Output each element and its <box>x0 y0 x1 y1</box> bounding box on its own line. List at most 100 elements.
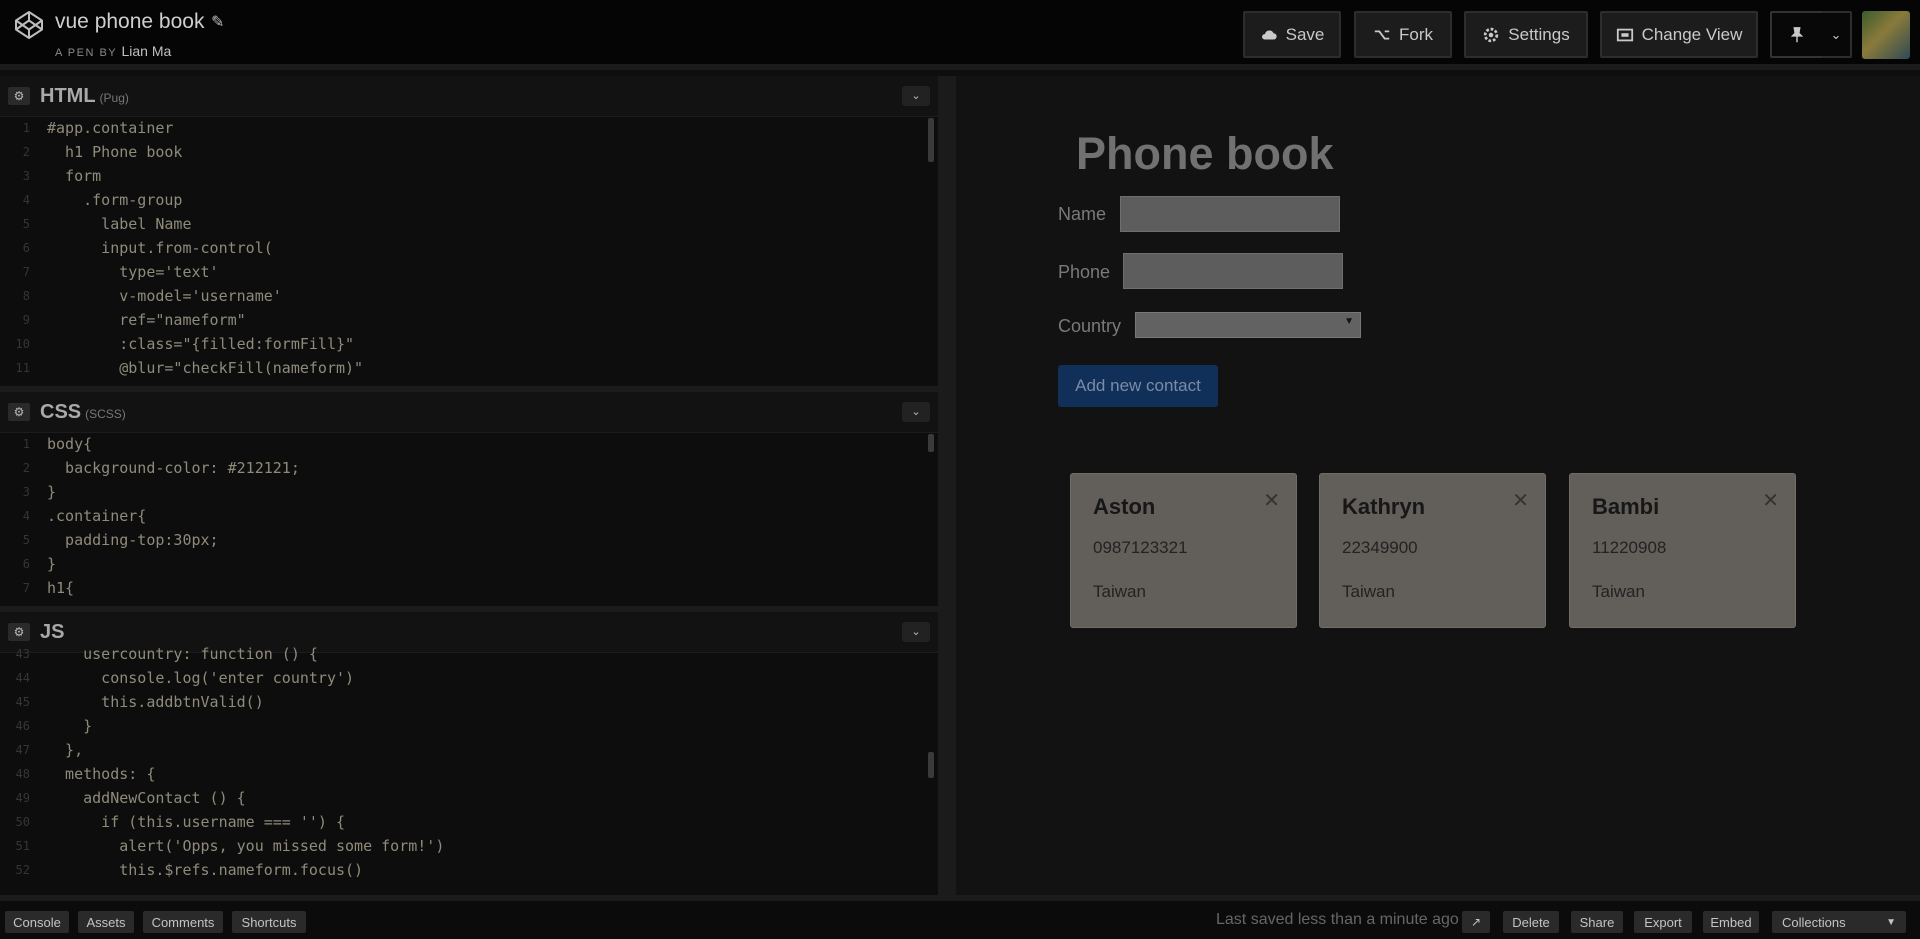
pin-menu-dropdown[interactable]: ⌄ <box>1822 11 1852 58</box>
fork-button[interactable]: Fork <box>1354 11 1452 58</box>
code-line[interactable]: 6} <box>0 552 938 576</box>
html-code-editor[interactable]: 1 #app.container 2 h1 Phone book 3 form 4 .f… <box>0 116 938 386</box>
css-title-text: CSS <box>40 401 82 423</box>
add-contact-button[interactable]: Add new contact <box>1058 365 1218 407</box>
code-line[interactable]: 7 type='text' <box>0 260 938 284</box>
code-line[interactable]: 2 h1 Phone book <box>0 140 938 164</box>
contact-card: Kathryn 22349900 Taiwan ✕ <box>1319 473 1546 628</box>
delete-contact-close-icon[interactable]: ✕ <box>1263 488 1280 513</box>
html-settings-gear-icon[interactable]: ⚙ <box>8 87 30 105</box>
collections-dropdown[interactable]: Collections ▼ <box>1772 911 1906 933</box>
contact-country: Taiwan <box>1592 582 1645 601</box>
export-button[interactable]: Export <box>1634 911 1692 933</box>
code-text: input.from-control( <box>47 239 273 257</box>
line-number: 7 <box>22 581 30 595</box>
line-number: 48 <box>15 767 30 781</box>
code-line[interactable]: 5 label Name <box>0 212 938 236</box>
code-line[interactable]: 47 }, <box>0 738 938 762</box>
select-arrow-icon: ▼ <box>1344 316 1354 327</box>
code-line[interactable]: 49 addNewContact () { <box>0 786 938 810</box>
css-collapse-chevron-icon[interactable]: ⌄ <box>902 402 930 422</box>
code-line[interactable]: 1 body{ <box>0 432 938 456</box>
code-text: background-color: #212121; <box>47 459 300 477</box>
pin-button[interactable] <box>1770 11 1824 58</box>
code-text: this.$refs.nameform.focus() <box>47 861 364 879</box>
code-line[interactable]: 7 h1{ <box>0 576 938 600</box>
html-collapse-chevron-icon[interactable]: ⌄ <box>902 86 930 106</box>
code-line[interactable]: 52 this.$refs.nameform.focus() <box>0 858 938 882</box>
code-line[interactable]: 1 #app.container <box>0 116 938 140</box>
country-select[interactable]: ▼ <box>1135 312 1361 338</box>
code-line[interactable]: 3 form <box>0 164 938 188</box>
contact-name: Kathryn <box>1342 494 1426 519</box>
line-number: 4 <box>22 193 30 207</box>
code-text: console.log('enter country') <box>47 669 355 687</box>
edit-pencil-icon[interactable]: ✎ <box>211 12 224 32</box>
console-button[interactable]: Console <box>5 911 69 933</box>
js-pane-title: JS <box>40 621 64 644</box>
share-button[interactable]: Share <box>1571 911 1623 933</box>
code-line[interactable]: 6 input.from-control( <box>0 236 938 260</box>
code-line[interactable]: 11 @blur="checkFill(nameform)" <box>0 356 938 380</box>
code-text: .container{ <box>47 507 147 525</box>
html-scrollbar[interactable] <box>928 118 934 162</box>
js-settings-gear-icon[interactable]: ⚙ <box>8 623 30 641</box>
code-line[interactable]: 10 :class="{filled:formFill}" <box>0 332 938 356</box>
change-view-button[interactable]: Change View <box>1600 11 1758 58</box>
code-line[interactable]: 3} <box>0 480 938 504</box>
code-line[interactable]: 53 return <box>0 882 938 885</box>
code-line[interactable]: 51 alert('Opps, you missed some form!') <box>0 834 938 858</box>
settings-button[interactable]: Settings <box>1464 11 1588 58</box>
user-avatar[interactable] <box>1862 11 1910 59</box>
line-number: 6 <box>22 557 30 571</box>
css-settings-gear-icon[interactable]: ⚙ <box>8 403 30 421</box>
code-line[interactable]: 46 } <box>0 714 938 738</box>
editor-preview-resize-handle[interactable] <box>938 76 956 895</box>
phone-input[interactable] <box>1123 253 1343 289</box>
code-text: return <box>47 882 173 885</box>
pen-by-label: A PEN BY Lian Ma <box>55 43 171 59</box>
code-line[interactable]: 44 console.log('enter country') <box>0 666 938 690</box>
code-line[interactable]: 43 usercountry: function () { <box>0 642 938 666</box>
pen-author-link[interactable]: Lian Ma <box>122 43 172 59</box>
shortcuts-button[interactable]: Shortcuts <box>232 911 306 933</box>
contact-card: Bambi 11220908 Taiwan ✕ <box>1569 473 1796 628</box>
open-external-button[interactable]: ↗ <box>1462 911 1490 933</box>
code-line[interactable]: 2 background-color: #212121; <box>0 456 938 480</box>
delete-button[interactable]: Delete <box>1503 911 1559 933</box>
js-collapse-chevron-icon[interactable]: ⌄ <box>902 622 930 642</box>
contact-name: Bambi <box>1592 494 1660 519</box>
layout-icon <box>1616 28 1633 41</box>
code-text: }, <box>47 741 84 759</box>
contact-card: Aston 0987123321 Taiwan ✕ <box>1070 473 1297 628</box>
code-line[interactable]: 5 padding-top:30px; <box>0 528 938 552</box>
css-scrollbar[interactable] <box>928 434 934 452</box>
code-line[interactable]: 48 methods: { <box>0 762 938 786</box>
delete-contact-close-icon[interactable]: ✕ <box>1512 488 1529 513</box>
js-scrollbar[interactable] <box>928 752 934 778</box>
css-code-editor[interactable]: 1 body{2 background-color: #212121; 3} 4 .co… <box>0 432 938 606</box>
code-line[interactable]: 9 ref="nameform" <box>0 308 938 332</box>
delete-contact-close-icon[interactable]: ✕ <box>1762 488 1779 513</box>
comments-button[interactable]: Comments <box>143 911 223 933</box>
code-line[interactable]: 50 if (this.username === '') { <box>0 810 938 834</box>
code-text: body{ <box>47 435 93 453</box>
code-text: ref="nameform" <box>47 311 246 329</box>
line-number: 11 <box>15 361 30 375</box>
line-number: 6 <box>22 241 30 255</box>
line-number: 53 <box>0 882 30 885</box>
phone-label: Phone <box>1058 262 1111 282</box>
embed-button[interactable]: Embed <box>1703 911 1759 933</box>
pen-title[interactable]: vue phone book <box>55 10 204 34</box>
name-input[interactable] <box>1120 196 1340 232</box>
js-code-editor[interactable]: 43 usercountry: function () {44 console.… <box>0 642 938 885</box>
save-button[interactable]: Save <box>1243 11 1341 58</box>
code-line[interactable]: 45 this.addbtnValid() <box>0 690 938 714</box>
contact-phone: 11220908 <box>1592 538 1667 557</box>
assets-button[interactable]: Assets <box>78 911 134 933</box>
code-line[interactable]: 8 v-model='username' <box>0 284 938 308</box>
code-line[interactable]: 4 .form-group <box>0 188 938 212</box>
code-text: alert('Opps, you missed some form!') <box>47 837 445 855</box>
code-line[interactable]: 4 .container{ <box>0 504 938 528</box>
codepen-logo-icon[interactable] <box>14 10 44 40</box>
